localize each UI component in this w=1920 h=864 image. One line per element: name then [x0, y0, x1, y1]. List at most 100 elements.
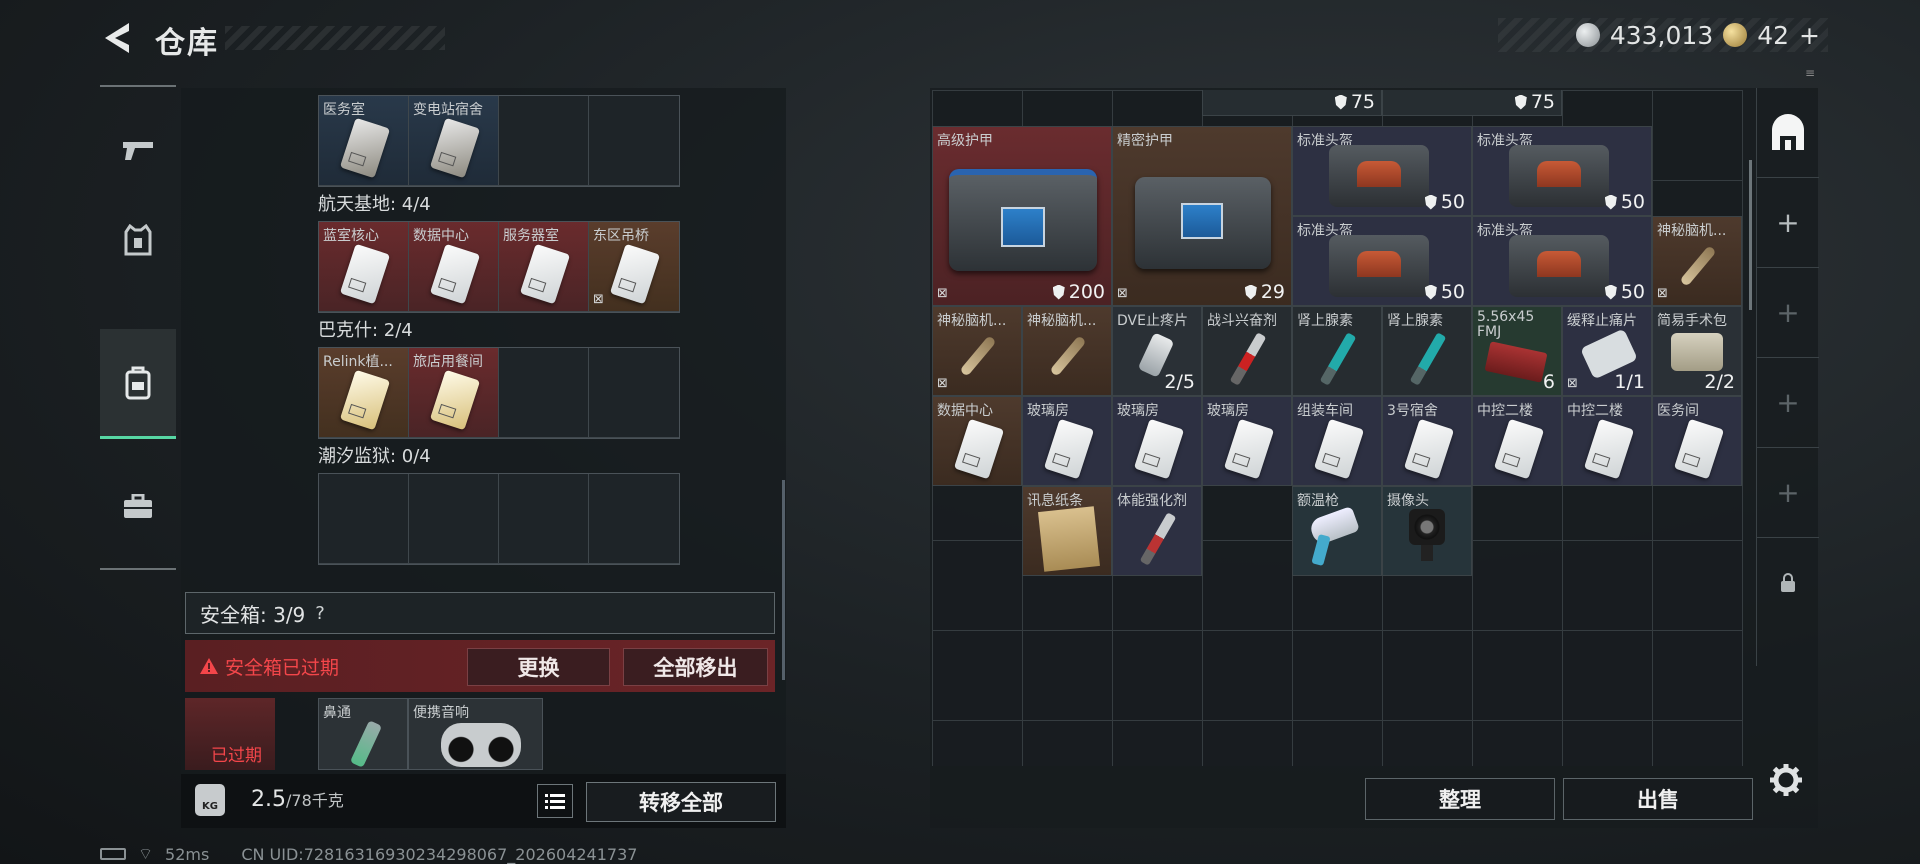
add-container-button[interactable]: + [1757, 178, 1819, 268]
helmet-item[interactable]: 标准头盔 50 [1292, 216, 1472, 306]
back-button[interactable] [98, 18, 134, 58]
camera-item[interactable]: 摄像头 [1382, 486, 1472, 576]
armor-item[interactable]: 精密护甲 ⊠ 29 [1112, 126, 1292, 306]
empty-slot[interactable] [589, 96, 679, 186]
keycard-item[interactable]: 数据中心 [932, 396, 1022, 486]
safebox-expired-slot[interactable]: 已过期 [185, 698, 275, 770]
thermometer-item[interactable]: 额温枪 [1292, 486, 1382, 576]
ammo-box-icon [1484, 341, 1548, 383]
note-item[interactable]: 讯息纸条 [1022, 486, 1112, 576]
item-name: 体能强化剂 [1117, 493, 1187, 509]
stimulant-item[interactable]: 战斗兴奋剂 [1202, 306, 1292, 396]
painkiller-item[interactable]: 缓释止痛片 ⊠ 1/1 [1562, 306, 1652, 396]
back-arrow-icon [105, 23, 129, 53]
surgery-kit-item[interactable]: 简易手术包 2/2 [1652, 306, 1742, 396]
add-container-button[interactable]: + [1757, 448, 1819, 538]
armor-item[interactable]: 高级护甲 ⊠ 200 [932, 126, 1112, 306]
partial-item[interactable]: 75 [1202, 90, 1382, 116]
syringe-icon [1319, 332, 1357, 386]
sell-button[interactable]: 出售 [1563, 778, 1753, 820]
empty-slot[interactable] [589, 474, 679, 564]
keycard-icon [339, 369, 391, 431]
partial-item[interactable]: 75 [1382, 90, 1562, 116]
keycard-icon [519, 243, 571, 305]
item-count: 6 [1542, 371, 1555, 393]
list-view-button[interactable] [537, 784, 573, 818]
keycard-item[interactable]: 组装车间 [1292, 396, 1382, 486]
item-name: 便携音响 [413, 705, 469, 721]
keycard-item[interactable]: 3号宿舍 [1382, 396, 1472, 486]
add-gold-button[interactable]: + [1799, 21, 1820, 50]
add-container-button[interactable]: + [1757, 358, 1819, 448]
keycard-icon [339, 117, 391, 179]
nav-backpack[interactable] [100, 329, 176, 439]
keycard-item[interactable]: 玻璃房 [1112, 396, 1202, 486]
shield-icon [1052, 284, 1065, 300]
item-name: 组装车间 [1297, 403, 1353, 419]
painkiller-item[interactable]: DVE止疼片 2/5 [1112, 306, 1202, 396]
keycard-slot[interactable]: 数据中心 [409, 222, 499, 312]
adrenaline-item[interactable]: 肾上腺素 [1382, 306, 1472, 396]
keycard-item[interactable]: 玻璃房 [1202, 396, 1292, 486]
keycard-slot[interactable]: 变电站宿舍 [409, 96, 499, 186]
left-scrollbar[interactable] [782, 480, 785, 680]
keycard-slot[interactable]: Relink植... [319, 348, 409, 438]
swap-button[interactable]: 更换 [467, 648, 610, 686]
nav-armor[interactable] [100, 195, 176, 285]
keycard-slot[interactable]: 旅店用餐间 [409, 348, 499, 438]
keycard-item[interactable]: 玻璃房 [1022, 396, 1112, 486]
shield-icon [1604, 284, 1617, 300]
menu-icon[interactable]: ≡ [1805, 66, 1816, 80]
implant-item[interactable]: 神秘脑机... [1022, 306, 1112, 396]
settings-button[interactable] [1768, 762, 1804, 807]
keycard-item[interactable]: 中控二楼 [1562, 396, 1652, 486]
keycard-item[interactable]: 医务间 [1652, 396, 1742, 486]
help-icon[interactable]: ? [315, 603, 325, 624]
add-container-button[interactable]: + [1757, 268, 1819, 358]
no-drop-icon: ⊠ [937, 286, 948, 301]
category-nav [100, 85, 176, 570]
container-tab-main[interactable] [1757, 88, 1819, 178]
helmet-item[interactable]: 标准头盔 50 [1292, 126, 1472, 216]
item-name: 玻璃房 [1027, 403, 1069, 419]
item-name: 医务室 [323, 102, 365, 118]
transfer-all-button[interactable]: 转移全部 [586, 782, 776, 822]
keycard-slot[interactable]: 东区吊桥 ⊠ [589, 222, 679, 312]
locked-container[interactable] [1757, 538, 1819, 628]
implant-icon [1049, 335, 1087, 377]
sort-button[interactable]: 整理 [1365, 778, 1555, 820]
enhancer-item[interactable]: 体能强化剂 [1112, 486, 1202, 576]
adrenaline-item[interactable]: 肾上腺素 [1292, 306, 1382, 396]
empty-slot[interactable] [589, 348, 679, 438]
armor-bag-icon [949, 169, 1097, 271]
keycard-slot[interactable]: 蓝室核心 [319, 222, 409, 312]
durability-value: 75 [1530, 91, 1555, 113]
right-scrollbar[interactable] [1749, 160, 1752, 310]
empty-slot[interactable] [499, 348, 589, 438]
empty-slot[interactable] [409, 474, 499, 564]
remove-all-button[interactable]: 全部移出 [623, 648, 768, 686]
keycard-slot[interactable]: 服务器室 [499, 222, 589, 312]
durability: 50 [1424, 191, 1465, 213]
plus-icon: + [1776, 386, 1800, 419]
weight-bar: KG 2.5/78千克 转移全部 [181, 774, 786, 828]
nav-briefcase[interactable] [100, 462, 176, 552]
helmet-item[interactable]: 标准头盔 50 [1472, 216, 1652, 306]
empty-slot[interactable] [499, 474, 589, 564]
nav-weapons[interactable] [100, 105, 176, 195]
implant-item[interactable]: 神秘脑机... ⊠ [932, 306, 1022, 396]
implant-item[interactable]: 神秘脑机... ⊠ [1652, 216, 1742, 306]
camera-stand [1421, 545, 1433, 561]
keycard-item[interactable]: 中控二楼 [1472, 396, 1562, 486]
item-name: 服务器室 [503, 228, 559, 244]
empty-slot[interactable] [319, 474, 409, 564]
helmet-item[interactable]: 标准头盔 50 [1472, 126, 1652, 216]
item-count: 1/1 [1614, 371, 1645, 393]
keycard-icon [339, 243, 391, 305]
keycard-slot[interactable]: 医务室 [319, 96, 409, 186]
empty-slot[interactable] [499, 96, 589, 186]
safe-item[interactable]: 鼻通 [318, 698, 408, 770]
page-title: 仓库 [155, 26, 219, 61]
safe-item[interactable]: 便携音响 [408, 698, 543, 770]
ammo-item[interactable]: 5.56x45 FMJ 6 [1472, 306, 1562, 396]
